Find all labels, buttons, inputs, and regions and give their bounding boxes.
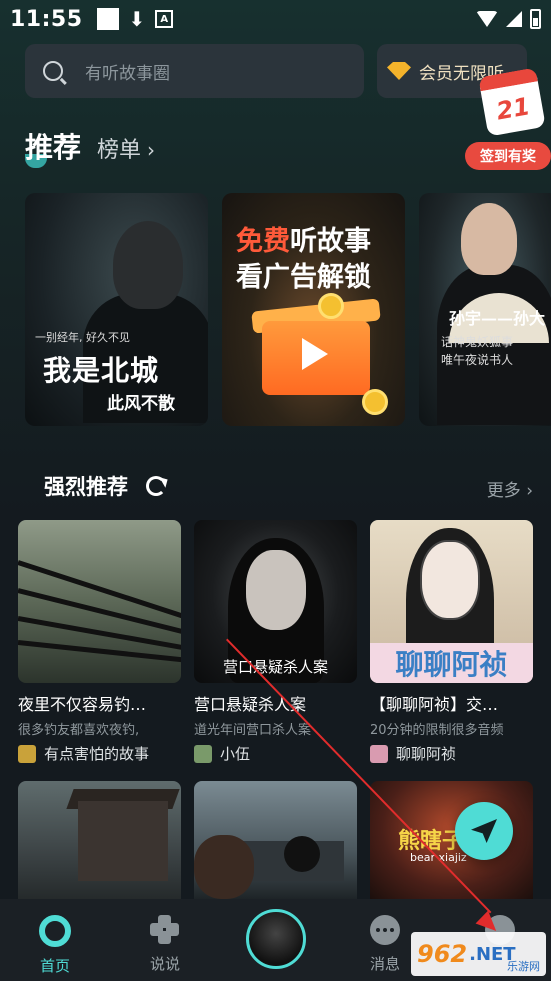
section-title: 强烈推荐	[44, 475, 128, 499]
message-icon	[370, 915, 400, 945]
cover-title-band: 聊聊阿祯	[370, 643, 533, 683]
story-card[interactable]	[194, 781, 357, 899]
nav-message[interactable]: 消息	[355, 915, 415, 974]
creature-image	[284, 836, 320, 872]
top-tabs: 推荐 榜单 ›	[25, 126, 156, 168]
cover-caption: 营口悬疑杀人案	[222, 658, 328, 676]
banner-title-rest: 听故事	[290, 226, 371, 257]
story-card[interactable]: 聊聊阿祯 【聊聊阿祯】交… 20分钟的限制很多音频 聊聊阿祯	[370, 520, 533, 764]
story-card[interactable]: 夜里不仅容易钓… 很多钓友都喜欢夜钓, 有点害怕的故事	[18, 520, 181, 764]
nav-talk[interactable]: 说说	[135, 915, 195, 974]
text-notification-icon: A	[155, 10, 174, 28]
wifi-icon	[476, 11, 498, 27]
notification-square-icon	[96, 8, 119, 30]
nav-talk-label: 说说	[149, 955, 180, 973]
story-description: 很多钓友都喜欢夜钓,	[18, 723, 140, 738]
story-cover: 营口悬疑杀人案	[194, 520, 357, 683]
now-playing-button[interactable]	[246, 909, 306, 969]
house-image	[78, 801, 168, 881]
site-watermark: 962 .NET 乐游网	[411, 932, 546, 976]
cover-figure-face	[246, 550, 306, 630]
author-avatar	[18, 744, 36, 763]
banner-storyteller[interactable]: 孙宇——孙大 话神鬼妖狐事 唯午夜说书人	[419, 193, 551, 426]
calendar-icon: 21	[478, 67, 546, 137]
notification-icons: ⬇ A	[96, 7, 174, 31]
banner-beicheng[interactable]: 一别经年, 好久不见 我是北城 此风不散	[25, 193, 208, 426]
download-icon: ⬇	[128, 7, 146, 31]
person-silhouette	[194, 835, 254, 899]
coin-icon	[362, 389, 388, 415]
coin-icon	[318, 293, 344, 319]
watermark-sub: 乐游网	[507, 960, 540, 973]
author-name: 有点害怕的故事	[44, 745, 150, 763]
chevron-right-icon: ›	[147, 138, 156, 162]
banner-title: 我是北城	[43, 354, 160, 387]
refresh-icon[interactable]	[146, 476, 166, 496]
story-author[interactable]: 小伍	[194, 743, 357, 764]
banner-subtitle: 此风不散	[107, 394, 175, 414]
author-name: 小伍	[220, 745, 251, 763]
search-bar[interactable]: 有听故事圈	[25, 44, 364, 98]
checkin-label: 签到有奖	[465, 142, 551, 170]
banner-line3: 唯午夜说书人	[441, 353, 514, 367]
story-title: 【聊聊阿祯】交…	[370, 695, 499, 714]
story-description: 20分钟的限制很多音频	[370, 723, 504, 738]
tab-recommend[interactable]: 推荐	[25, 126, 82, 168]
home-icon	[39, 915, 71, 947]
watermark-number: 962	[417, 940, 468, 968]
story-cover: 聊聊阿祯	[370, 520, 533, 683]
battery-icon	[530, 9, 541, 29]
tab-recommend-label: 推荐	[25, 131, 82, 164]
banner-title-highlight: 免费	[236, 226, 290, 257]
banner-small-text: 一别经年, 好久不见	[35, 331, 130, 344]
story-description: 道光年间营口杀人案	[194, 723, 312, 738]
banner-person-head	[461, 203, 517, 275]
search-icon	[43, 61, 63, 81]
banner-free-stories[interactable]: 免费听故事 看广告解锁	[222, 193, 405, 426]
system-icons	[476, 9, 541, 29]
banner-title-line2: 看广告解锁	[236, 262, 371, 293]
more-link[interactable]: 更多 ›	[487, 476, 533, 501]
author-name: 聊聊阿祯	[396, 745, 457, 763]
checkin-widget[interactable]: 21 签到有奖	[465, 67, 551, 170]
nav-home[interactable]: 首页	[25, 915, 85, 976]
story-title: 夜里不仅容易钓…	[18, 695, 147, 714]
send-icon	[471, 819, 497, 843]
fishing-rod	[18, 560, 181, 624]
section-header: 强烈推荐	[44, 471, 166, 501]
signal-icon	[506, 11, 522, 27]
tab-ranking[interactable]: 榜单	[97, 132, 141, 164]
banner-line2: 话神鬼妖狐事	[441, 335, 514, 349]
diamond-icon	[387, 62, 411, 80]
story-card[interactable]: 营口悬疑杀人案 营口悬疑杀人案 道光年间营口杀人案 小伍	[194, 520, 357, 764]
cover-figure-face	[420, 540, 480, 620]
story-title: 营口悬疑杀人案	[194, 695, 307, 714]
banner-title: 孙宇——孙大	[449, 309, 546, 328]
talk-icon	[150, 915, 180, 945]
story-author[interactable]: 有点害怕的故事	[18, 743, 181, 764]
status-time: 11:55	[10, 6, 83, 32]
nav-home-label: 首页	[39, 957, 70, 975]
story-author[interactable]: 聊聊阿祯	[370, 743, 533, 764]
search-placeholder: 有听故事圈	[85, 63, 170, 84]
play-icon	[302, 338, 328, 370]
banner-title-line1: 免费听故事	[236, 219, 371, 258]
share-fab-button[interactable]	[455, 802, 513, 860]
author-avatar	[370, 744, 388, 763]
author-avatar	[194, 744, 212, 763]
status-bar: 11:55 ⬇ A	[0, 0, 551, 38]
story-cover	[18, 520, 181, 683]
nav-message-label: 消息	[369, 955, 400, 973]
story-card[interactable]	[18, 781, 181, 899]
banner-person-head	[113, 221, 183, 309]
